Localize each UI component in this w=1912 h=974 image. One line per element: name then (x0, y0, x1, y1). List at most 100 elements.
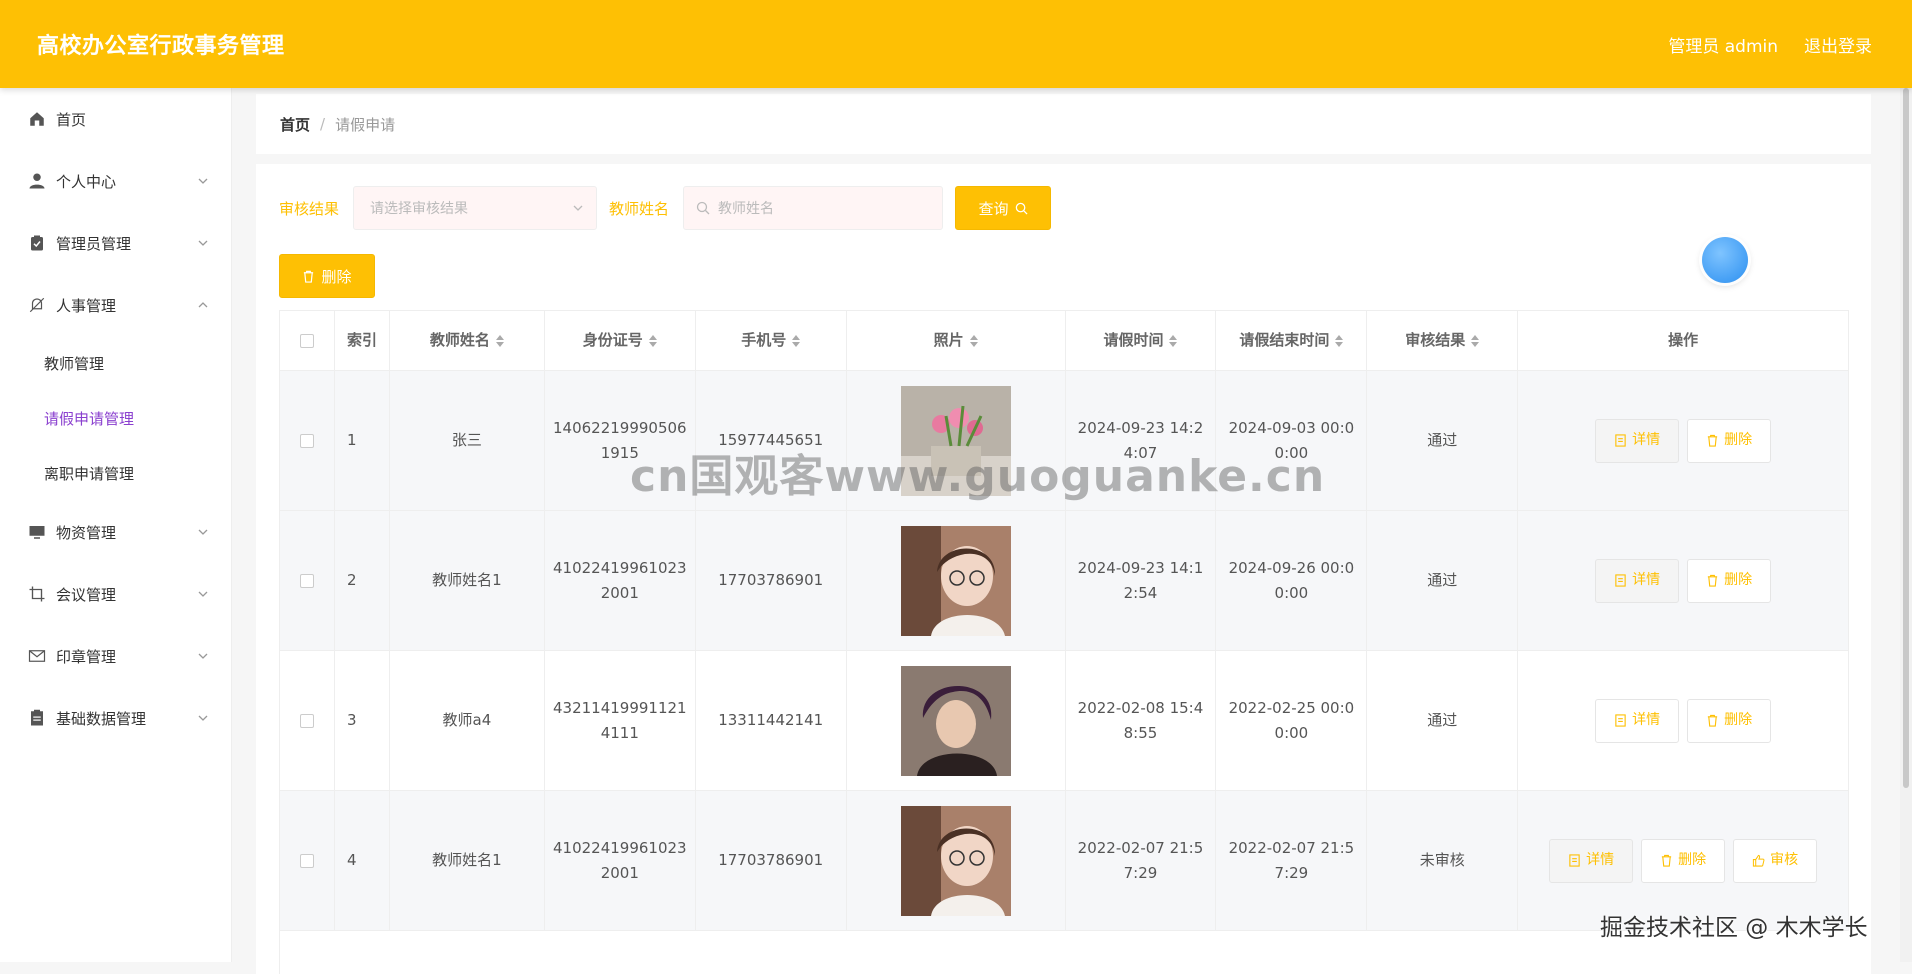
delete-button[interactable]: 删除 (1687, 558, 1772, 603)
cell-end: 2024-09-03 00:00:00 (1216, 371, 1368, 511)
teacher-name-input[interactable]: 教师姓名 (683, 186, 944, 230)
chevron-up-icon (197, 299, 209, 311)
delete-label: 删除 (1724, 432, 1753, 448)
cell-phone: 17703786901 (695, 511, 847, 651)
cell-phone: 13311442141 (695, 651, 847, 791)
col-header-label: 审核结果 (1405, 331, 1466, 349)
sidebar-item-admin[interactable]: 管理员管理 (0, 212, 231, 274)
detail-button[interactable]: 详情 (1595, 698, 1680, 743)
teacher-photo[interactable] (900, 525, 1011, 636)
content-panel: 审核结果 请选择审核结果 教师姓名 教师姓名 查询 删除 索引 教师姓名 身份证… (256, 164, 1871, 974)
col-header-index: 索引 (334, 311, 390, 371)
chevron-down-icon (197, 588, 209, 600)
sidebar-item-basedata[interactable]: 基础数据管理 (0, 687, 231, 749)
delete-button[interactable]: 删除 (1687, 418, 1772, 463)
cell-index: 4 (334, 791, 390, 931)
col-header-label: 教师姓名 (429, 331, 490, 349)
chevron-down-icon (572, 202, 584, 214)
logout-link[interactable]: 退出登录 (1804, 32, 1872, 57)
audit-button[interactable]: 审核 (1733, 838, 1818, 883)
source-watermark: 掘金技术社区 @ 木木学长 (1600, 915, 1868, 941)
trash-icon (1661, 854, 1672, 867)
sidebar-item-materials[interactable]: 物资管理 (0, 501, 231, 563)
cell-name: 教师姓名1 (389, 511, 545, 651)
chevron-down-icon (197, 712, 209, 724)
sort-icon[interactable] (1471, 334, 1480, 347)
search-icon (1015, 202, 1028, 215)
delete-button[interactable]: 删除 (1641, 838, 1726, 883)
cell-phone: 17703786901 (695, 791, 847, 931)
select-all-checkbox[interactable] (299, 333, 314, 348)
col-header-id[interactable]: 身份证号 (544, 311, 696, 371)
cell-index: 3 (334, 651, 390, 791)
cell-result: 通过 (1367, 511, 1519, 651)
result-filter-label: 审核结果 (279, 199, 340, 218)
delete-button[interactable]: 删除 (1687, 698, 1772, 743)
sort-icon[interactable] (792, 334, 801, 347)
page-scrollbar[interactable] (1900, 88, 1912, 962)
cell-end: 2022-02-25 00:00:00 (1216, 651, 1368, 791)
table-row: 1 张三 140622199905061915 15977445651 2024… (280, 371, 1849, 511)
sidebar-item-meeting[interactable]: 会议管理 (0, 563, 231, 625)
breadcrumb-separator: / (320, 115, 326, 133)
row-checkbox[interactable] (299, 433, 314, 448)
teacher-photo[interactable] (900, 665, 1011, 776)
breadcrumb-home[interactable]: 首页 (280, 114, 310, 135)
sidebar-item-seal[interactable]: 印章管理 (0, 625, 231, 687)
cell-result: 通过 (1367, 651, 1519, 791)
detail-label: 详情 (1586, 852, 1615, 868)
col-header-label: 请假结束时间 (1239, 331, 1330, 349)
sidebar-item-personal[interactable]: 个人中心 (0, 150, 231, 212)
sidebar-subitem-resign[interactable]: 离职申请管理 (0, 446, 231, 501)
trash-icon (304, 270, 314, 283)
sidebar-subitem-teacher[interactable]: 教师管理 (0, 336, 231, 391)
thumb-up-icon (1753, 854, 1765, 867)
col-header-start[interactable]: 请假时间 (1065, 311, 1217, 371)
scrollbar-thumb[interactable] (1903, 88, 1909, 788)
sidebar-item-label: 物资管理 (56, 523, 117, 542)
cell-result: 通过 (1367, 371, 1519, 511)
row-checkbox[interactable] (299, 713, 314, 728)
document-icon (1615, 434, 1626, 447)
sort-icon[interactable] (648, 334, 657, 347)
sidebar-item-hr[interactable]: 人事管理 (0, 274, 231, 336)
sidebar-item-home[interactable]: 首页 (0, 88, 231, 150)
cell-name: 教师a4 (389, 651, 545, 791)
sort-icon[interactable] (495, 334, 504, 347)
col-header-phone[interactable]: 手机号 (695, 311, 847, 371)
col-header-photo[interactable]: 照片 (846, 311, 1066, 371)
col-header-label: 照片 (933, 331, 964, 349)
bell-off-icon (28, 296, 46, 314)
cell-start: 2022-02-08 15:48:55 (1065, 651, 1217, 791)
col-header-name[interactable]: 教师姓名 (389, 311, 545, 371)
col-header-ops: 操作 (1518, 311, 1849, 371)
teacher-photo[interactable] (900, 385, 1011, 496)
query-button[interactable]: 查询 (955, 186, 1052, 230)
batch-delete-button[interactable]: 删除 (279, 254, 375, 298)
mail-icon (28, 647, 46, 665)
breadcrumb-current: 请假申请 (335, 115, 396, 134)
user-label[interactable]: 管理员 admin (1668, 32, 1778, 57)
search-icon (696, 201, 710, 215)
row-checkbox[interactable] (299, 853, 314, 868)
floating-assistant-button[interactable] (1702, 237, 1748, 283)
sort-icon[interactable] (1335, 334, 1344, 347)
detail-button[interactable]: 详情 (1595, 558, 1680, 603)
detail-button[interactable]: 详情 (1595, 418, 1680, 463)
sort-icon[interactable] (969, 334, 978, 347)
teacher-name-placeholder: 教师姓名 (718, 201, 775, 217)
col-header-result[interactable]: 审核结果 (1367, 311, 1519, 371)
name-filter-label: 教师姓名 (609, 199, 670, 218)
sidebar-item-label: 会议管理 (56, 585, 117, 604)
row-checkbox[interactable] (299, 573, 314, 588)
col-header-end[interactable]: 请假结束时间 (1216, 311, 1368, 371)
teacher-photo[interactable] (900, 805, 1011, 916)
delete-label: 删除 (1678, 852, 1707, 868)
sidebar-subitem-leave[interactable]: 请假申请管理 (0, 391, 231, 446)
col-header-label: 手机号 (741, 331, 787, 349)
sort-icon[interactable] (1169, 334, 1178, 347)
sidebar: 首页 个人中心 管理员管理 人事管理 教师管理 请假申请管理 离职申请管理 物资… (0, 88, 232, 962)
result-select[interactable]: 请选择审核结果 (353, 186, 598, 230)
result-select-placeholder: 请选择审核结果 (370, 201, 469, 217)
detail-button[interactable]: 详情 (1549, 838, 1634, 883)
